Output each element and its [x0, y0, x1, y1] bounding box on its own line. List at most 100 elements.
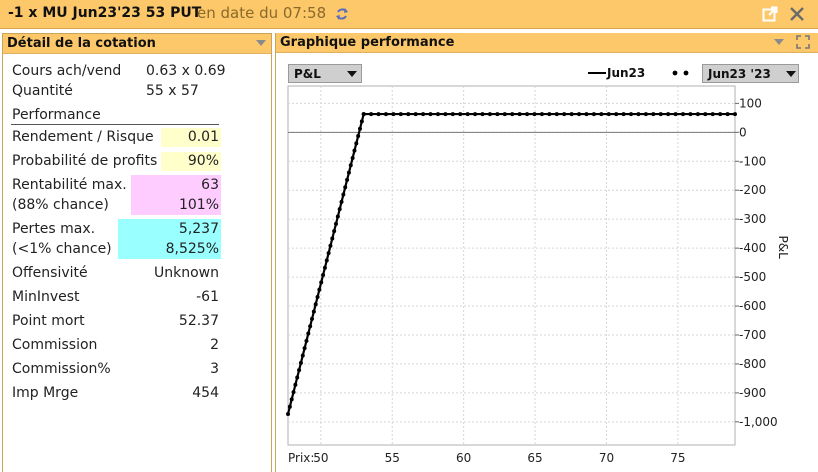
pnl-series-point [361, 112, 366, 117]
y-tick-label: -100 [739, 154, 766, 168]
performance-chart-panel: Graphique performance P&L Jun23 Jun23 '2… [275, 33, 818, 472]
commission-pct-value: 3 [210, 361, 219, 377]
pnl-series-point [421, 112, 426, 117]
y-tick-label: -500 [739, 270, 766, 284]
pnl-series-point [317, 287, 322, 292]
pnl-series-point [383, 112, 388, 117]
pnl-series-point [695, 112, 700, 117]
pnl-series-point [599, 112, 604, 117]
pnl-series-point [681, 112, 686, 117]
pnl-series-point [643, 112, 648, 117]
pnl-series-point [554, 112, 559, 117]
pnl-series-point [435, 112, 440, 117]
pnl-series-point [321, 273, 326, 278]
offensivity-label: Offensivité [12, 265, 88, 281]
max-loss-chance: (<1% chance) [12, 241, 112, 257]
pnl-series-point [319, 280, 324, 285]
pnl-series-point [354, 141, 359, 146]
profit-probability-label: Probabilité de profits [12, 153, 158, 169]
popout-icon[interactable] [762, 6, 778, 22]
pnl-series-point [308, 324, 313, 329]
y-axis-label: P&L [776, 236, 790, 260]
pnl-series-point [359, 119, 364, 124]
x-tick-label: 50 [313, 451, 328, 465]
x-axis-label: Prix: [288, 451, 314, 465]
pnl-series-point [322, 265, 327, 270]
max-profit-value: 63 [201, 177, 219, 193]
quote-detail-panel: Détail de la cotation Cours ach/vend 0.6… [2, 33, 272, 472]
pnl-series-point [341, 192, 346, 197]
pnl-series-point [651, 112, 656, 117]
pnl-series-point [335, 214, 340, 219]
pnl-series-point [328, 243, 333, 248]
pnl-series-point [532, 112, 537, 117]
pnl-series-point [337, 207, 342, 212]
pnl-series-point [357, 126, 362, 131]
pnl-series-point [304, 338, 309, 343]
pnl-series-point [348, 163, 353, 168]
x-tick-label: 55 [385, 451, 400, 465]
pnl-series-point [562, 112, 567, 117]
pnl-series-point [473, 112, 478, 117]
min-invest-value: -61 [196, 289, 219, 305]
pnl-series-point [606, 112, 611, 117]
refresh-icon[interactable] [334, 6, 350, 22]
max-loss-label: Pertes max. [12, 221, 96, 237]
pnl-series-point [428, 112, 433, 117]
quantity-label: Quantité [12, 83, 73, 99]
quote-detail-title: Détail de la cotation [7, 36, 156, 51]
pnl-series-point [406, 112, 411, 117]
pnl-series-point [465, 112, 470, 117]
pnl-series-point [495, 112, 500, 117]
pnl-series-point [569, 112, 574, 117]
close-icon[interactable] [789, 6, 805, 22]
pnl-series-point [458, 112, 463, 117]
pnl-series-point [480, 112, 485, 117]
pnl-series-point [352, 148, 357, 153]
pnl-series-point [525, 112, 530, 117]
y-tick-label: -800 [739, 357, 766, 371]
pnl-series-point [289, 397, 294, 402]
quote-timestamp: en date du 07:58 [197, 4, 327, 22]
x-tick-label: 65 [527, 451, 542, 465]
plot-area [287, 85, 736, 446]
x-tick-label: 70 [599, 451, 614, 465]
reward-risk-label: Rendement / Risque [12, 129, 154, 145]
quote-detail-header: Détail de la cotation [3, 34, 271, 54]
pnl-series-point [346, 170, 351, 175]
pnl-series-point [703, 112, 708, 117]
pnl-series-point [343, 185, 348, 190]
pnl-series-point [710, 112, 715, 117]
pnl-chart[interactable]: 100 0 -100 -200 -300 -400 -500 -600 -700 -800 -900… [276, 33, 818, 472]
pnl-series-point [398, 112, 403, 117]
pnl-series-point [291, 390, 296, 395]
imp-margin-value: 454 [192, 385, 219, 401]
window-title: -1 x MU Jun23'23 53 PUT [8, 5, 202, 21]
pnl-series-point [298, 360, 303, 365]
pnl-series-point [330, 236, 335, 241]
min-invest-label: MinInvest [12, 289, 80, 305]
commission-label: Commission [12, 337, 98, 353]
pnl-series-point [636, 112, 641, 117]
x-tick-label: 60 [456, 451, 471, 465]
pnl-series-point [306, 331, 311, 336]
pnl-series-point [315, 294, 320, 299]
pnl-series-point [443, 112, 448, 117]
pnl-series-point [666, 112, 671, 117]
pnl-series-point [369, 112, 374, 117]
pnl-series-point [391, 112, 396, 117]
pnl-series-point [295, 375, 300, 380]
pnl-series-point [324, 258, 329, 263]
pnl-series-point [297, 368, 302, 373]
chevron-down-icon[interactable] [256, 40, 266, 46]
pnl-series-point [345, 177, 350, 182]
pnl-series-point [547, 112, 552, 117]
y-tick-label: -600 [739, 299, 766, 313]
profit-probability-value: 90% [187, 153, 219, 169]
quantity-value: 55 x 57 [146, 83, 199, 99]
pnl-series-point [333, 221, 338, 226]
y-tick-label: -200 [739, 183, 766, 197]
pnl-series-point [300, 353, 305, 358]
pnl-series-point [309, 316, 314, 321]
y-tick-label: -900 [739, 386, 766, 400]
